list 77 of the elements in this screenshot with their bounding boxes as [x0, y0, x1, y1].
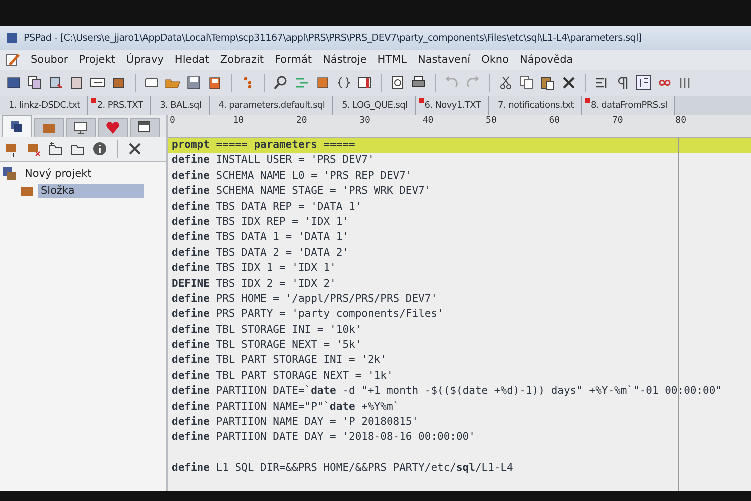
ruler-number: 40	[422, 116, 434, 126]
ruler-number: 60	[549, 116, 560, 126]
file-tab[interactable]: 1. linkz-DSDC.txt	[0, 96, 88, 115]
cut-icon[interactable]	[498, 75, 514, 91]
menu-item[interactable]: Okno	[482, 54, 510, 66]
code-line: define TBS_IDX_1 = 'IDX_1'	[171, 261, 338, 276]
code-line: define TBL_PART_STORAGE_NEXT = '1k'	[171, 368, 394, 384]
menu-item[interactable]: Nástroje	[323, 54, 367, 66]
code-line: define PARTIION_DATE_DAY = '2018-08-16 00:00:00'	[171, 430, 476, 446]
panel-tab[interactable]	[2, 115, 32, 137]
monitor-icon	[73, 120, 89, 136]
code-line: define PARTIION_NAME_DAY = 'P_20180815'	[171, 415, 420, 430]
code-line: define SCHEMA_NAME_STAGE = 'PRS_WRK_DEV7'	[171, 184, 432, 200]
ruler-number: 80	[676, 116, 687, 126]
code-line: define PRS_HOME = '/appl/PRS/PRS/PRS_DEV7'	[171, 292, 439, 307]
paste-icon[interactable]	[540, 75, 556, 91]
menu-item[interactable]: HTML	[378, 54, 408, 66]
app-icon	[6, 32, 18, 44]
ruler-number: 50	[486, 116, 497, 126]
code-line: define PARTIION_DATE=`date -d "+1 month -$(($(date +%d)-1)) days" +%Y-%m`"-01 00:00:00"	[171, 384, 724, 400]
copy-icon[interactable]	[519, 75, 535, 91]
menu-item[interactable]: Formát	[275, 54, 312, 66]
code-line: define TBL_STORAGE_INI = '10k'	[171, 322, 363, 338]
code-line: define TBS_DATA_1 = 'DATA_1'	[171, 230, 350, 246]
file-tab[interactable]: 5. LOG_QUE.sql	[333, 96, 416, 115]
code-line: define TBS_DATA_REP = 'DATA_1'	[171, 200, 363, 215]
copy-windows-icon[interactable]	[27, 75, 43, 91]
menu-item[interactable]: Nápověda	[520, 54, 574, 66]
code-line: define TBL_PART_STORAGE_INI = '2k'	[171, 353, 388, 368]
search-icon[interactable]	[273, 75, 289, 91]
window-title: PSPad - [C:\Users\e_jjaro1\AppData\Local\Temp\scp31167\appl\PRS\PRS\PRS_DEV7\party_components\Files\etc\sql\L1-L4\parameters.sql]	[24, 32, 642, 44]
code-line: define TBS_IDX_REP = 'IDX_1'	[171, 214, 350, 230]
folder-icon	[20, 185, 34, 197]
preview-icon[interactable]	[390, 75, 406, 91]
ruler-number: 10	[233, 116, 244, 126]
menu-item[interactable]: Zobrazit	[220, 54, 264, 66]
code-line: define PRS_PARTY = 'party_components/Files'	[171, 307, 445, 322]
window-icon[interactable]	[6, 75, 22, 91]
panel-tab[interactable]	[66, 118, 96, 137]
file-tab[interactable]: 8. dataFromPRS.sl	[582, 96, 676, 115]
menu-item[interactable]: Úpravy	[126, 54, 164, 66]
ruler-number: 30	[360, 116, 370, 126]
menu-item[interactable]: Soubor	[31, 54, 68, 66]
tree-item[interactable]: Složka	[38, 184, 144, 198]
ruler-number: 70	[612, 116, 624, 126]
project-icon	[9, 118, 25, 134]
project-icon	[2, 166, 18, 182]
columns-view-icon[interactable]	[636, 75, 652, 91]
save-icon[interactable]	[186, 75, 202, 91]
code-line: define INSTALL_USER = 'PRS_DEV7'	[171, 153, 376, 168]
heart-icon	[105, 120, 121, 136]
save-all-icon[interactable]	[207, 75, 223, 91]
file-tab[interactable]: 2. PRS.TXT	[88, 96, 152, 115]
panel-tab[interactable]	[130, 118, 160, 137]
code-line: define TBL_STORAGE_NEXT = '5k'	[171, 338, 363, 354]
file-tab[interactable]: 3. BAL.sql	[151, 96, 210, 115]
file-tab[interactable]: 4. parameters.default.sql	[210, 96, 334, 115]
ruler-number: 20	[296, 116, 308, 126]
delete-icon[interactable]	[561, 75, 577, 91]
braces-icon[interactable]	[336, 75, 352, 91]
info-icon[interactable]	[92, 141, 108, 157]
menu-item[interactable]: Nastavení	[418, 54, 471, 66]
remove-folder-icon[interactable]	[26, 141, 42, 157]
new-folder-icon[interactable]	[48, 141, 64, 157]
pencil-icon	[6, 53, 20, 67]
tree-item[interactable]: Nový projekt	[22, 167, 95, 181]
ruler-number: 0	[170, 116, 176, 126]
code-line: DEFINE TBS_IDX_2 = 'IDX_2'	[171, 276, 338, 292]
file-tab[interactable]: 6. Novy1.TXT	[416, 96, 490, 115]
menu-item[interactable]: Projekt	[79, 54, 116, 66]
code-line: define SCHEMA_NAME_L0 = 'PRS_REP_DEV7'	[171, 168, 414, 184]
file-tab[interactable]: 7. notifications.txt	[489, 96, 582, 115]
code-line: define PARTIION_NAME="P"`date +%Y%m`	[171, 400, 401, 415]
code-line: define L1_SQL_DIR=&&PRS_HOME/&&PRS_PARTY/etc/sql/L1-L4	[171, 461, 514, 476]
menu-item[interactable]: Hledat	[174, 54, 210, 66]
columns-icon[interactable]	[357, 75, 373, 91]
code-line: define TBS_DATA_2 = 'DATA_2'	[171, 246, 350, 261]
